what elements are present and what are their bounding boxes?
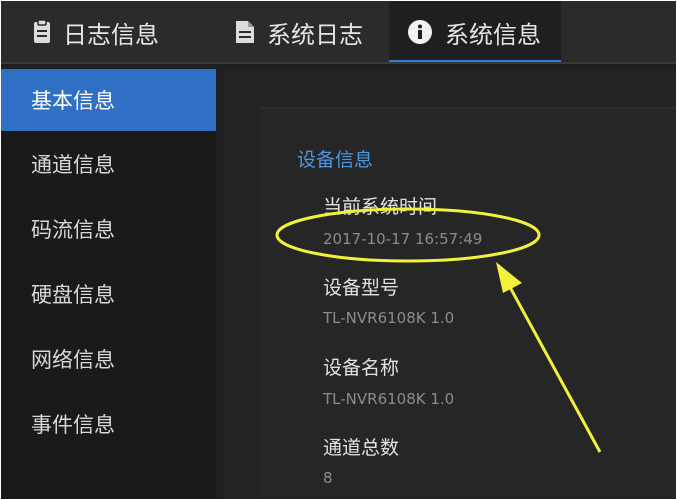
tab-system-info[interactable]: 系统信息 — [389, 1, 561, 63]
sidebar-item-label: 硬盘信息 — [31, 283, 115, 307]
sidebar-item-network-info[interactable]: 网络信息 — [1, 328, 216, 390]
sidebar-item-label: 通道信息 — [31, 153, 115, 177]
tab-log-info[interactable]: 日志信息 — [33, 1, 159, 63]
sidebar-item-basic-info[interactable]: 基本信息 — [1, 69, 216, 131]
field-label-system-time: 当前系统时间 — [323, 196, 438, 218]
field-value-device-name: TL-NVR6108K 1.0 — [323, 390, 455, 408]
sidebar-item-label: 码流信息 — [31, 218, 115, 242]
app-window: 日志信息 系统日志 系统信息 基本信息 通道信息 码流信息 硬盘信息 网络信息 … — [1, 1, 676, 499]
field-value-channel-count: 8 — [323, 469, 333, 487]
tab-system-log-label: 系统日志 — [267, 20, 363, 49]
top-tab-bar: 日志信息 系统日志 系统信息 — [1, 1, 676, 64]
sidebar: 基本信息 通道信息 码流信息 硬盘信息 网络信息 事件信息 — [1, 69, 216, 499]
field-value-system-time: 2017-10-17 16:57:49 — [323, 230, 483, 248]
sidebar-item-label: 事件信息 — [31, 413, 115, 437]
field-label-device-model: 设备型号 — [323, 277, 400, 299]
field-label-channel-count: 通道总数 — [323, 437, 400, 459]
sidebar-item-disk-info[interactable]: 硬盘信息 — [1, 263, 216, 325]
field-value-device-model: TL-NVR6108K 1.0 — [323, 309, 455, 327]
tab-system-log[interactable]: 系统日志 — [235, 1, 363, 63]
section-title-device-info: 设备信息 — [297, 149, 374, 171]
main-content: 设备信息 当前系统时间 2017-10-17 16:57:49 设备型号 TL-… — [223, 69, 676, 499]
field-label-device-name: 设备名称 — [323, 357, 400, 379]
tab-system-info-label: 系统信息 — [445, 20, 541, 49]
sidebar-item-label: 网络信息 — [31, 348, 115, 372]
sidebar-item-stream-info[interactable]: 码流信息 — [1, 198, 216, 260]
sidebar-item-event-info[interactable]: 事件信息 — [1, 393, 216, 455]
document-lines-icon — [235, 20, 255, 44]
top-bar-divider — [1, 62, 676, 64]
sidebar-item-channel-info[interactable]: 通道信息 — [1, 133, 216, 195]
tab-log-info-label: 日志信息 — [63, 20, 159, 49]
document-icon — [33, 20, 51, 44]
info-circle-icon — [407, 19, 433, 45]
sidebar-item-label: 基本信息 — [31, 89, 115, 113]
